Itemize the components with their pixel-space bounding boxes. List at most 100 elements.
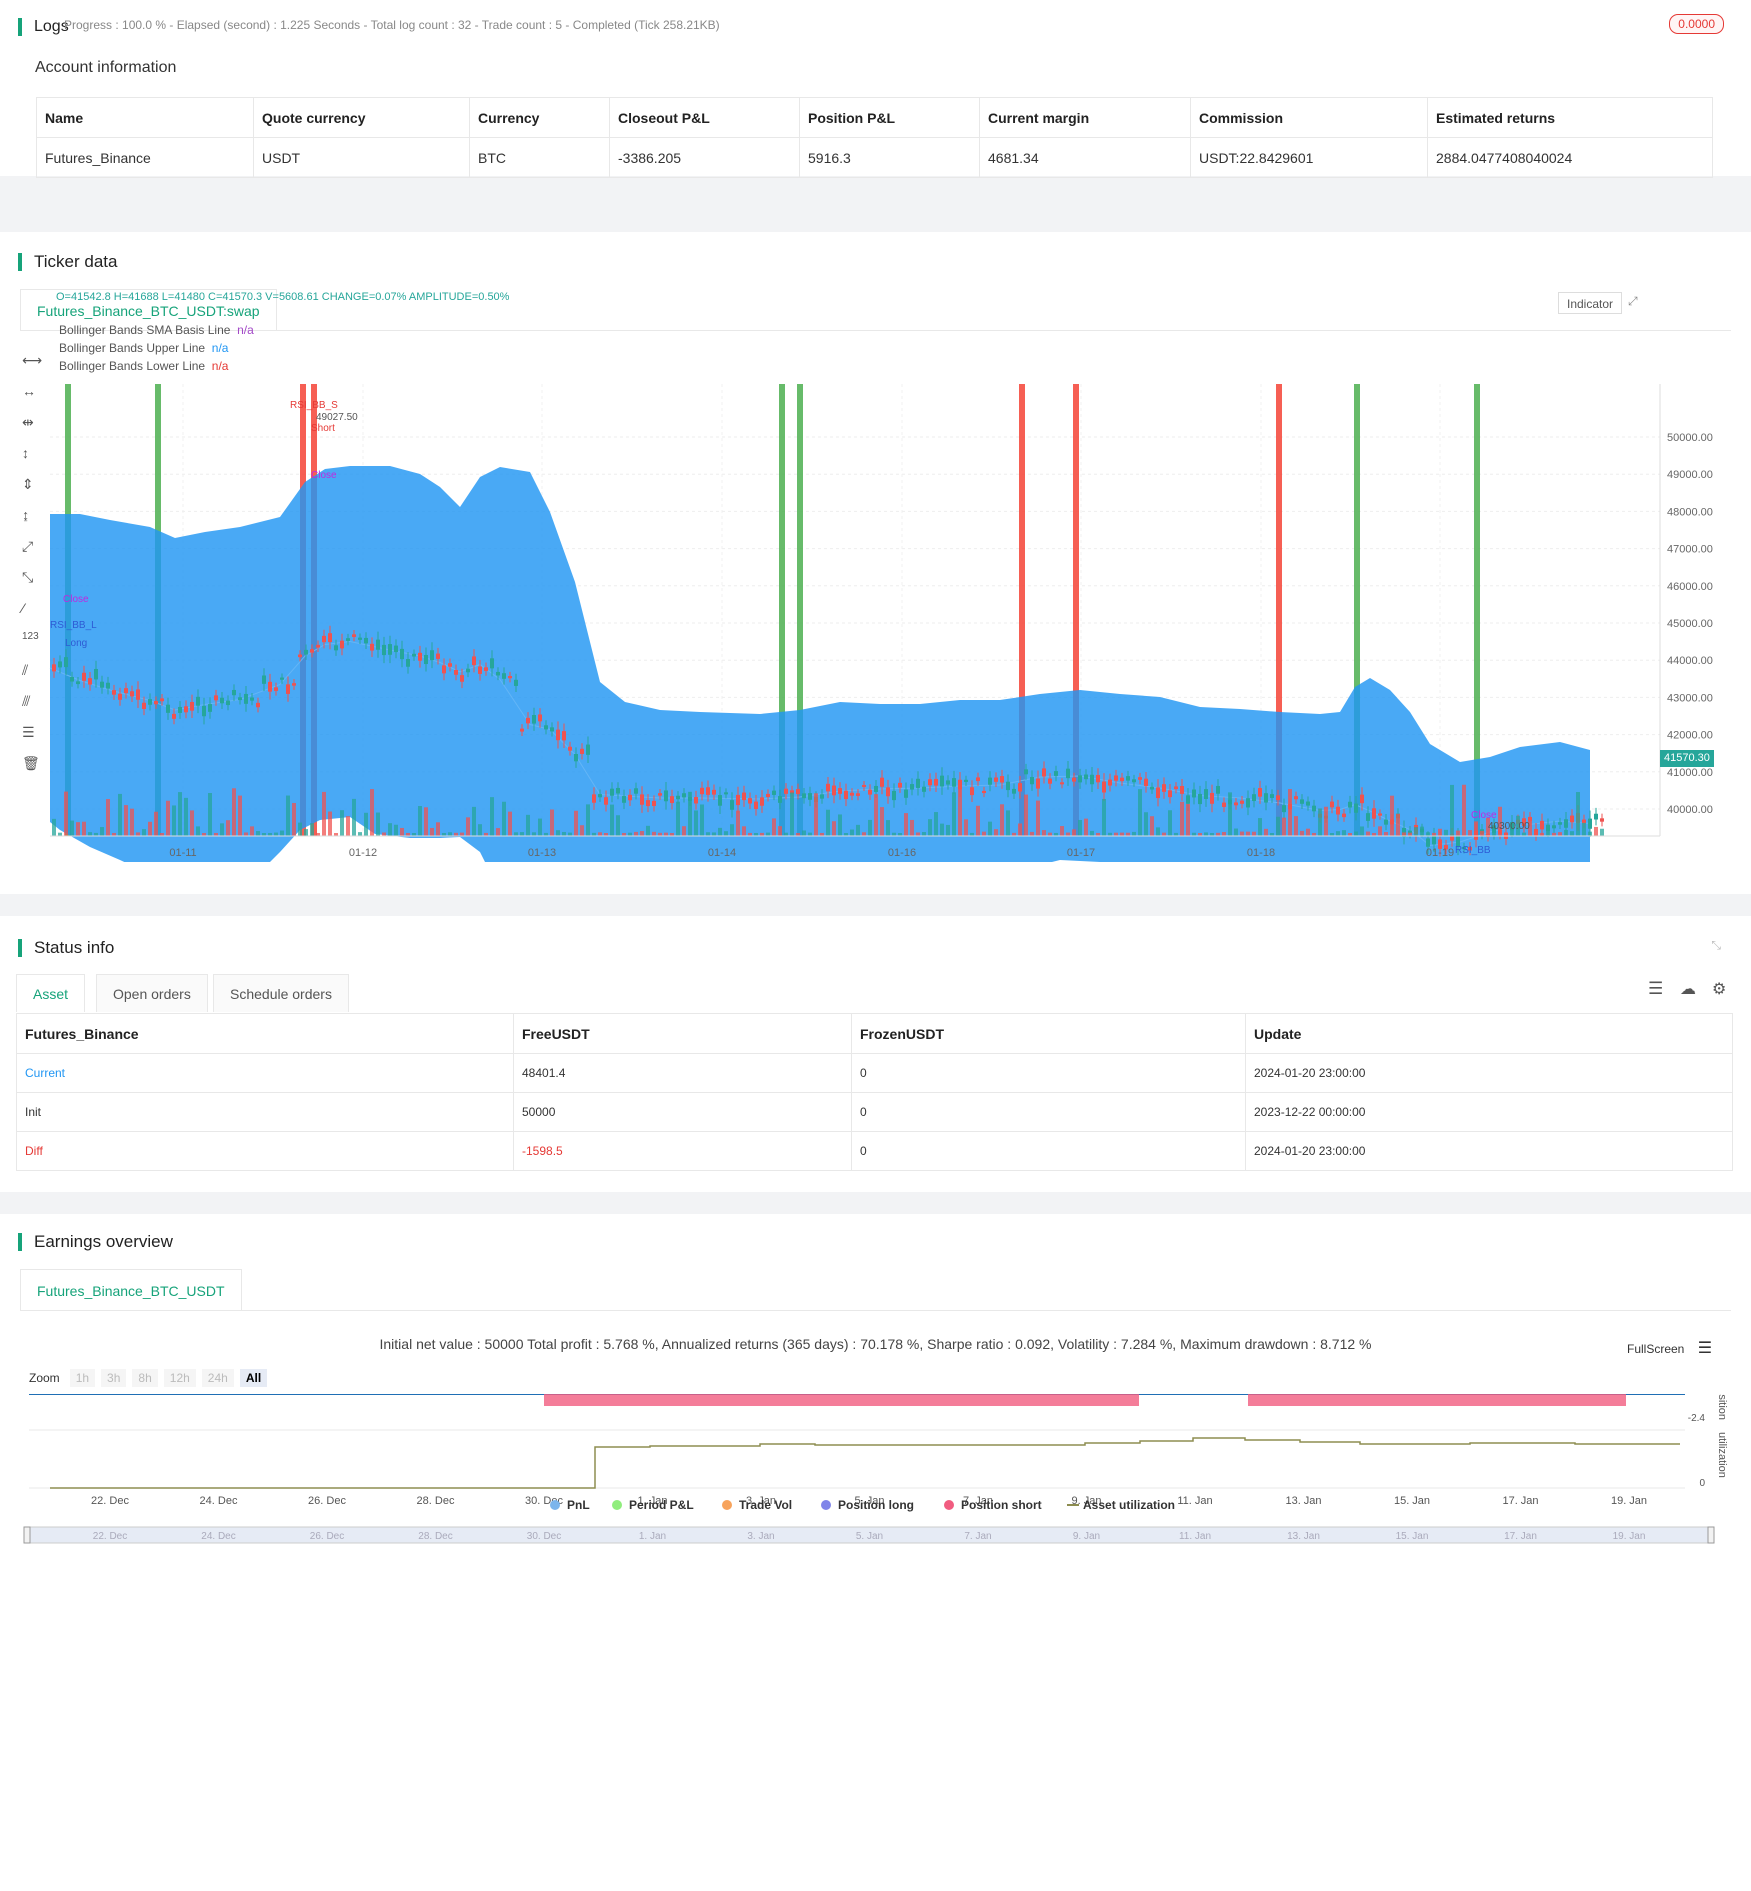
legend-label[interactable]: Position short (961, 1498, 1042, 1512)
candle-body (232, 689, 236, 696)
candle-body (1330, 801, 1334, 808)
asset-cell: 2023-12-22 00:00:00 (1245, 1092, 1733, 1132)
tab-asset[interactable]: Asset (16, 974, 86, 1012)
candle-body (778, 796, 782, 803)
date-tick-label: 13. Jan (1285, 1495, 1321, 1507)
trade-annotation: RSI_BB (1455, 845, 1491, 856)
candle-body (1126, 776, 1130, 781)
menu-icon[interactable]: ☰ (1698, 1340, 1712, 1357)
date-tick-label: 24. Dec (200, 1495, 238, 1507)
legend-item[interactable]: Bollinger Bands Upper Line n/a (59, 339, 254, 357)
candle-body (508, 676, 512, 679)
candle-body (1282, 805, 1286, 813)
date-tick-label: 28. Dec (417, 1495, 455, 1507)
earnings-tab[interactable]: Futures_Binance_BTC_USDT (20, 1269, 242, 1311)
zoom-1h[interactable]: 1h (69, 1369, 96, 1387)
volume-bar (328, 811, 332, 836)
candle-body (298, 654, 302, 658)
volume-bar (856, 824, 860, 836)
volume-bar (1078, 819, 1082, 836)
candle-body (322, 635, 326, 643)
volume-bar (1390, 795, 1394, 836)
zoom-8h[interactable]: 8h (132, 1369, 158, 1387)
candle-body (1102, 781, 1106, 793)
candle-body (628, 794, 632, 801)
tab-open-orders[interactable]: Open orders (96, 974, 208, 1012)
volume-bar (868, 819, 872, 836)
candle-body (1378, 813, 1382, 816)
date-tick-label: 17. Jan (1502, 1495, 1538, 1507)
legend-swatch (612, 1500, 622, 1510)
volume-bar (814, 793, 818, 836)
tab-schedule-orders[interactable]: Schedule orders (213, 974, 349, 1012)
candle-body (1258, 788, 1262, 797)
zoom-12h[interactable]: 12h (163, 1369, 196, 1387)
status-title-text: Status info (34, 938, 115, 957)
expand-icon[interactable]: ⤢ (1628, 294, 1638, 309)
indicator-button[interactable]: Indicator (1558, 292, 1623, 314)
candle-body (1276, 795, 1280, 801)
volume-bar (1030, 831, 1034, 836)
volume-bar (118, 793, 122, 836)
volume-bar (448, 832, 452, 836)
volume-bar (1102, 798, 1106, 836)
status-collapse-icon[interactable]: ⤡ (1711, 938, 1721, 953)
volume-bar (346, 816, 350, 836)
volume-bar (700, 804, 704, 836)
candle-body (1060, 782, 1064, 785)
candle-body (1246, 798, 1250, 808)
candle-body (1198, 793, 1202, 805)
legend-label[interactable]: Period P&L (629, 1498, 694, 1512)
cloud-download-icon[interactable]: ☁ (1680, 979, 1696, 999)
zoom-all[interactable]: All (239, 1369, 268, 1387)
candle-body (946, 780, 950, 785)
legend-label[interactable]: Trade Vol (739, 1498, 792, 1512)
zoom-24h[interactable]: 24h (201, 1369, 234, 1387)
candle-body (772, 790, 776, 795)
volume-bar (220, 823, 224, 836)
candle-body (808, 793, 812, 800)
volume-bar (76, 822, 80, 836)
candle-body (694, 797, 698, 804)
account-cell: Futures_Binance (36, 137, 254, 178)
last-price-tag: 41570.30 (1660, 750, 1714, 767)
volume-bar (880, 807, 884, 836)
asset-cell: 2024-01-20 23:00:00 (1245, 1053, 1733, 1093)
fullscreen-button[interactable]: FullScreen ☰ (1627, 1338, 1712, 1358)
candle-body (484, 667, 488, 671)
legend-label[interactable]: PnL (567, 1498, 590, 1512)
volume-bar (1474, 821, 1478, 836)
candle-body (712, 789, 716, 795)
candle-body (1234, 802, 1238, 806)
list-view-icon[interactable]: ☰ (1648, 979, 1663, 999)
volume-bar (910, 819, 914, 836)
asset-header: FrozenUSDT (851, 1013, 1246, 1054)
candle-body (382, 644, 386, 656)
candle-body (244, 693, 248, 704)
candle-body (94, 668, 98, 680)
earnings-chart[interactable]: 3k2k1k0-1k-2k-3k-4k-5kPnL -3kPeriod P&L … (0, 1394, 1751, 1889)
volume-bar (1264, 828, 1268, 836)
candle-body (892, 790, 896, 801)
logs-panel: Logs Progress : 100.0 % - Elapsed (secon… (0, 0, 1751, 178)
legend-item[interactable]: Bollinger Bands SMA Basis Line n/a (59, 321, 254, 339)
volume-bar (358, 832, 362, 836)
volume-bar (376, 812, 380, 836)
candle-body (994, 777, 998, 782)
volume-bar (430, 827, 434, 836)
legend-item[interactable]: Bollinger Bands Lower Line n/a (59, 357, 254, 375)
asset-cell: 0 (851, 1131, 1246, 1171)
legend-label[interactable]: Position long (838, 1498, 914, 1512)
legend-label[interactable]: Asset utilization (1083, 1498, 1175, 1512)
candle-body (202, 705, 206, 717)
candle-body (904, 789, 908, 798)
candle-body (358, 637, 362, 640)
candlestick-chart[interactable]: 50000.00 49000.00 48000.00 47000.00 46000.00… (0, 342, 1751, 862)
settings-gear-icon[interactable]: ⚙ (1712, 979, 1726, 999)
candle-body (562, 731, 566, 741)
zoom-3h[interactable]: 3h (101, 1369, 127, 1387)
volume-bar (1378, 826, 1382, 836)
volume-bar (538, 818, 542, 836)
volume-bar (166, 800, 170, 836)
volume-bar (958, 786, 962, 836)
